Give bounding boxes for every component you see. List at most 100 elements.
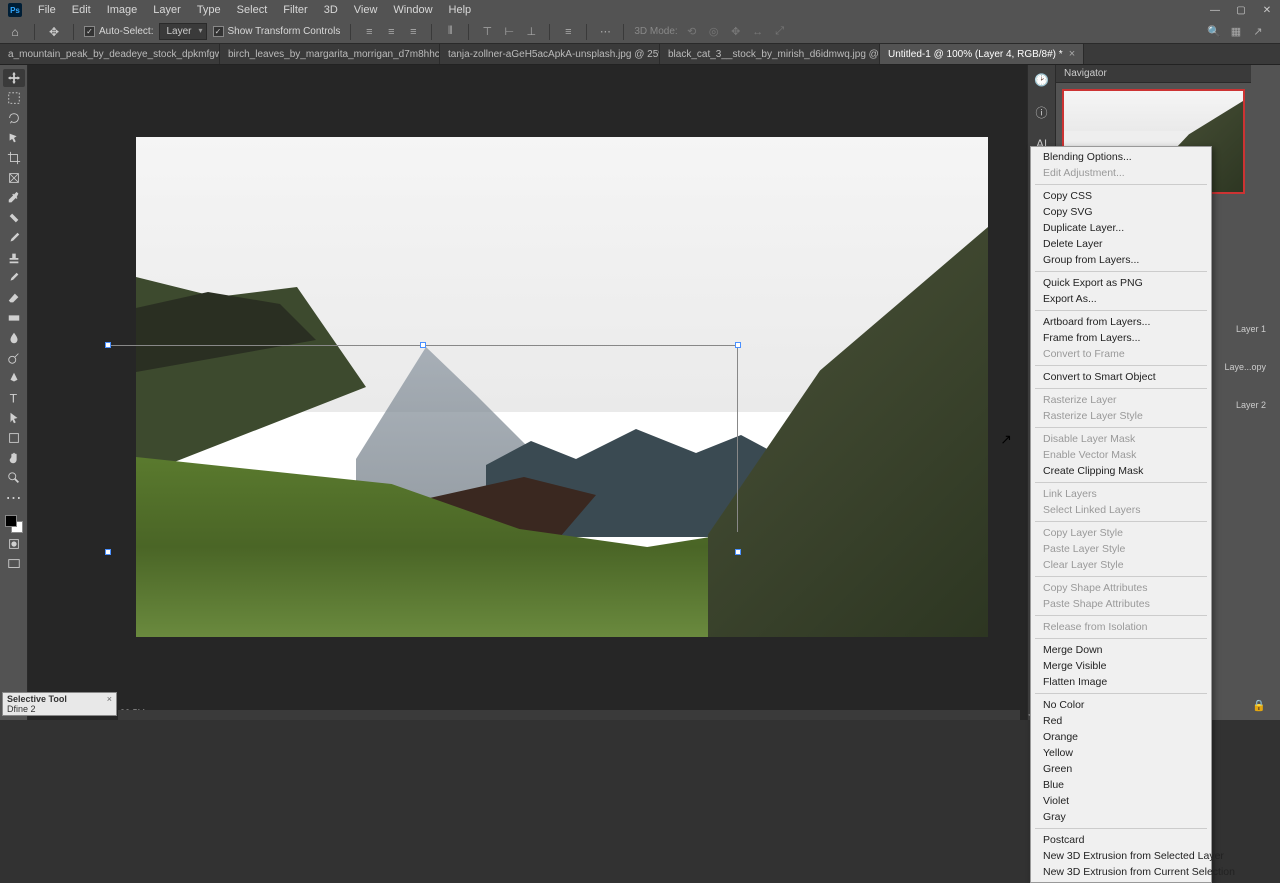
canvas-area[interactable] [28,65,1027,720]
zoom-tool[interactable] [3,469,25,487]
ctx-no-color[interactable]: No Color [1031,697,1211,713]
ctx-blue[interactable]: Blue [1031,777,1211,793]
search-icon[interactable]: 🔍 [1206,24,1222,40]
move-tool-icon[interactable]: ✥ [45,23,63,41]
align-top-icon[interactable]: ⊤ [479,24,495,40]
document-tab-1[interactable]: birch_leaves_by_margarita_morrigan_d7m8h… [220,44,440,64]
distribute-h-icon[interactable]: ⦀ [442,24,458,40]
pen-tool[interactable] [3,369,25,387]
3d-scale-icon[interactable]: ⤢ [772,24,788,40]
ctx-gray[interactable]: Gray [1031,809,1211,825]
type-tool[interactable]: T [3,389,25,407]
ctx-violet[interactable]: Violet [1031,793,1211,809]
ctx-merge-visible[interactable]: Merge Visible [1031,658,1211,674]
document-tab-3[interactable]: black_cat_3__stock_by_mirish_d6idmwq.jpg… [660,44,880,64]
ctx-quick-export-as-png[interactable]: Quick Export as PNG [1031,275,1211,291]
home-icon[interactable]: ⌂ [6,23,24,41]
properties-panel-icon[interactable]: ⓘ [1033,103,1051,121]
menu-image[interactable]: Image [99,4,146,16]
layer-row[interactable]: Layer 2 [1220,386,1270,424]
path-select-tool[interactable] [3,409,25,427]
align-center-icon[interactable]: ≡ [383,24,399,40]
ctx-orange[interactable]: Orange [1031,729,1211,745]
gradient-tool[interactable] [3,309,25,327]
history-brush-tool[interactable] [3,269,25,287]
ctx-yellow[interactable]: Yellow [1031,745,1211,761]
show-transform-checkbox[interactable]: Show Transform Controls [213,26,341,37]
layer-row[interactable]: Layer 1 [1220,310,1270,348]
screen-mode[interactable] [3,555,25,573]
ctx-green[interactable]: Green [1031,761,1211,777]
history-panel-icon[interactable]: 🕑 [1033,71,1051,89]
lasso-tool[interactable] [3,109,25,127]
navigator-panel-title[interactable]: Navigator [1056,65,1251,83]
close-icon[interactable]: × [107,694,112,704]
3d-pan-icon[interactable]: ✥ [728,24,744,40]
ctx-create-clipping-mask[interactable]: Create Clipping Mask [1031,463,1211,479]
ctx-blending-options[interactable]: Blending Options... [1031,149,1211,165]
quick-mask[interactable] [3,535,25,553]
brush-tool[interactable] [3,229,25,247]
menu-edit[interactable]: Edit [64,4,99,16]
ctx-copy-svg[interactable]: Copy SVG [1031,204,1211,220]
hand-tool[interactable] [3,449,25,467]
window-maximize[interactable]: ▢ [1232,1,1250,19]
handle-top-left[interactable] [105,342,111,348]
ctx-delete-layer[interactable]: Delete Layer [1031,236,1211,252]
eyedropper-tool[interactable] [3,189,25,207]
quick-select-tool[interactable] [3,129,25,147]
align-left-icon[interactable]: ≡ [361,24,377,40]
3d-roll-icon[interactable]: ◎ [706,24,722,40]
ctx-new-3d-extrusion-from-current-selection[interactable]: New 3D Extrusion from Current Selection [1031,864,1211,880]
menu-select[interactable]: Select [229,4,276,16]
align-right-icon[interactable]: ≡ [405,24,421,40]
ctx-duplicate-layer[interactable]: Duplicate Layer... [1031,220,1211,236]
selective-tool-panel[interactable]: × Selective Tool Dfine 2 [2,692,117,716]
ctx-red[interactable]: Red [1031,713,1211,729]
shape-tool[interactable] [3,429,25,447]
more-options-icon[interactable]: ⋯ [597,24,613,40]
ctx-group-from-layers[interactable]: Group from Layers... [1031,252,1211,268]
3d-slide-icon[interactable]: ↔ [750,24,766,40]
ctx-postcard[interactable]: Postcard [1031,832,1211,848]
ctx-frame-from-layers[interactable]: Frame from Layers... [1031,330,1211,346]
horizontal-scrollbar[interactable] [118,710,1020,720]
document-tab-2[interactable]: tanja-zollner-aGeH5acApkA-unsplash.jpg @… [440,44,660,64]
frame-tool[interactable] [3,169,25,187]
blur-tool[interactable] [3,329,25,347]
handle-middle-left[interactable] [105,549,111,555]
canvas[interactable] [136,137,988,637]
menu-file[interactable]: File [30,4,64,16]
document-tab-0[interactable]: a_mountain_peak_by_deadeye_stock_dpkmfgw… [0,44,220,64]
align-middle-icon[interactable]: ⊢ [501,24,517,40]
healing-tool[interactable] [3,209,25,227]
move-tool[interactable] [3,69,25,87]
marquee-tool[interactable] [3,89,25,107]
ctx-new-3d-extrusion-from-selected-layer[interactable]: New 3D Extrusion from Selected Layer [1031,848,1211,864]
ctx-artboard-from-layers[interactable]: Artboard from Layers... [1031,314,1211,330]
ctx-flatten-image[interactable]: Flatten Image [1031,674,1211,690]
document-tab-4[interactable]: Untitled-1 @ 100% (Layer 4, RGB/8#) *× [880,44,1084,64]
menu-filter[interactable]: Filter [275,4,315,16]
ctx-convert-to-smart-object[interactable]: Convert to Smart Object [1031,369,1211,385]
crop-tool[interactable] [3,149,25,167]
align-bottom-icon[interactable]: ⊥ [523,24,539,40]
auto-select-dropdown[interactable]: Layer [159,23,206,40]
3d-rotate-icon[interactable]: ⟲ [684,24,700,40]
distribute-v-icon[interactable]: ≡ [560,24,576,40]
edit-toolbar[interactable]: ⋯ [3,489,25,507]
dodge-tool[interactable] [3,349,25,367]
auto-select-checkbox[interactable]: Auto-Select: [84,26,153,37]
ctx-copy-css[interactable]: Copy CSS [1031,188,1211,204]
eraser-tool[interactable] [3,289,25,307]
workspace-icon[interactable]: ▦ [1228,24,1244,40]
window-close[interactable]: ✕ [1258,1,1276,19]
ctx-merge-down[interactable]: Merge Down [1031,642,1211,658]
menu-type[interactable]: Type [189,4,229,16]
menu-help[interactable]: Help [441,4,480,16]
menu-layer[interactable]: Layer [145,4,189,16]
window-minimize[interactable]: — [1206,1,1224,19]
ctx-export-as[interactable]: Export As... [1031,291,1211,307]
color-swatch[interactable] [5,515,23,533]
menu-3d[interactable]: 3D [316,4,346,16]
